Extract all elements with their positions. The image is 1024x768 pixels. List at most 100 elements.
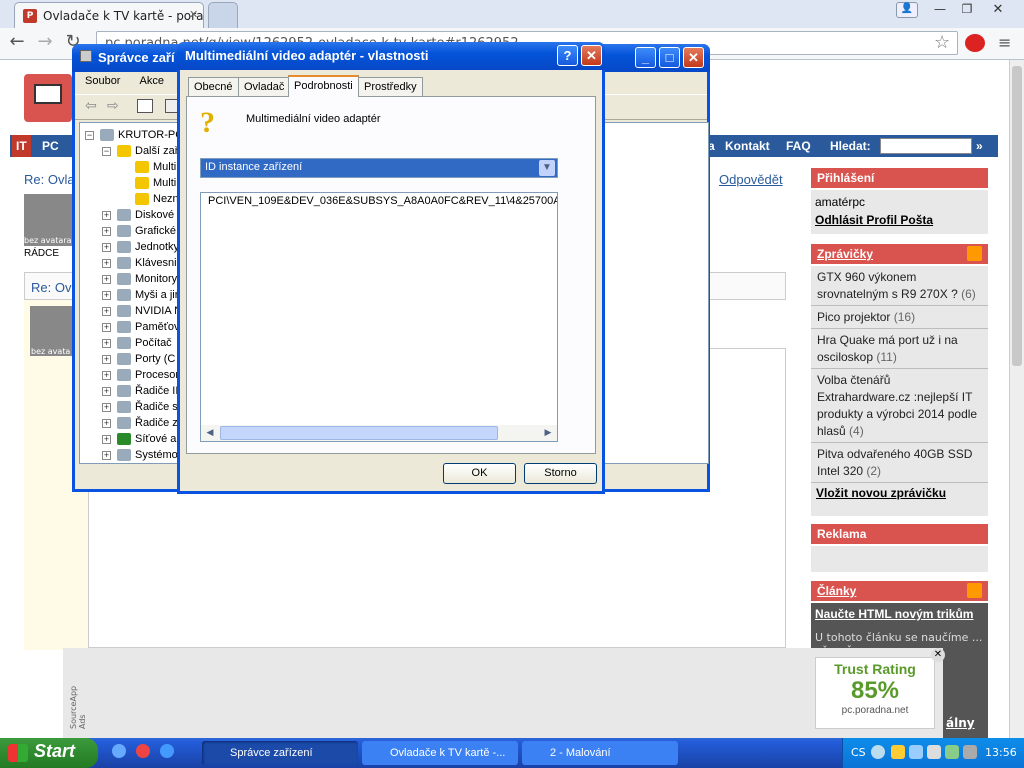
tree-node[interactable]: + Diskové bbox=[102, 207, 174, 223]
task-device-manager[interactable]: Správce zařízení bbox=[202, 741, 358, 765]
tree-node[interactable]: + NVIDIA N bbox=[102, 303, 182, 319]
menu-icon[interactable]: ≡ bbox=[998, 33, 1011, 52]
new-tab-button[interactable] bbox=[208, 2, 238, 28]
maximize-icon[interactable]: □ bbox=[659, 47, 680, 68]
close-button[interactable]: ✕ bbox=[581, 45, 602, 66]
site-logo[interactable] bbox=[24, 74, 72, 122]
mail-link[interactable]: Pošta bbox=[900, 213, 933, 227]
rss-icon[interactable] bbox=[967, 583, 982, 598]
article-link[interactable]: Naučte HTML novým trikům bbox=[815, 607, 984, 621]
reply-button[interactable]: Odpovědět bbox=[719, 172, 783, 187]
value-item[interactable]: PCI\VEN_109E&DEV_036E&SUBSYS_A8A0A0FC&RE… bbox=[201, 193, 557, 209]
cancel-button[interactable]: Storno bbox=[524, 463, 597, 484]
tab-prostredky[interactable]: Prostředky bbox=[358, 77, 423, 97]
tree-node[interactable]: + Paměťov bbox=[102, 319, 179, 335]
tab-ovladac[interactable]: Ovladač bbox=[238, 77, 291, 97]
ad-close-icon[interactable]: ✕ bbox=[931, 648, 945, 662]
network-tray-icon[interactable] bbox=[945, 745, 959, 759]
tray-icon[interactable] bbox=[927, 745, 941, 759]
tree-node[interactable]: + Řadiče z bbox=[102, 415, 178, 431]
tree-node[interactable]: + Klávesnic bbox=[102, 255, 182, 271]
tree-node[interactable]: + Procesor bbox=[102, 367, 179, 383]
dialog-titlebar[interactable]: Multimediální video adaptér - vlastnosti… bbox=[177, 42, 605, 70]
reply-link[interactable]: Re: Ovla bbox=[24, 172, 75, 187]
task-browser[interactable]: Ovladače k TV kartě -... bbox=[362, 741, 518, 765]
scrollbar-thumb[interactable] bbox=[1012, 66, 1022, 366]
rss-icon[interactable] bbox=[967, 246, 982, 261]
forward-icon[interactable]: → bbox=[34, 33, 56, 53]
page-scrollbar[interactable] bbox=[1009, 60, 1024, 738]
tree-node[interactable]: + Grafické bbox=[102, 223, 176, 239]
back-icon[interactable]: ← bbox=[6, 33, 28, 53]
nav-it[interactable]: IT bbox=[12, 135, 31, 157]
tree-root[interactable]: − KRUTOR-PC bbox=[85, 127, 183, 143]
news-item[interactable]: Hra Quake má port už i na osciloskop (11… bbox=[811, 329, 988, 369]
tree-node[interactable]: Multi bbox=[135, 159, 176, 175]
property-select[interactable]: ID instance zařízení ▼ bbox=[200, 158, 558, 178]
nav-kontakt[interactable]: Kontakt bbox=[721, 135, 774, 157]
scroll-left-icon[interactable]: ◀ bbox=[202, 425, 218, 441]
task-paint[interactable]: 2 - Malování bbox=[522, 741, 678, 765]
tree-node[interactable]: + Systémo bbox=[102, 447, 178, 463]
tree-node[interactable]: − Další zař bbox=[102, 143, 178, 159]
scroll-thumb[interactable] bbox=[220, 426, 498, 440]
articles-title[interactable]: Články bbox=[817, 584, 856, 598]
news-item[interactable]: Volba čtenářů Extrahardware.cz :nejlepší… bbox=[811, 369, 988, 443]
extension-icon[interactable] bbox=[965, 34, 985, 52]
tab-obecne[interactable]: Obecné bbox=[188, 77, 239, 97]
close-icon[interactable]: ✕ bbox=[683, 47, 704, 68]
star-icon[interactable]: ☆ bbox=[934, 32, 950, 53]
reply-box-title[interactable]: Re: Ov bbox=[31, 280, 71, 295]
volume-tray-icon[interactable] bbox=[963, 745, 977, 759]
tree-node[interactable]: + Řadiče II bbox=[102, 383, 178, 399]
minimize-icon[interactable]: _ bbox=[635, 47, 656, 68]
news-item[interactable]: Pitva odvařeného 40GB SSD Intel 320 (2) bbox=[811, 443, 988, 483]
tray-icon[interactable] bbox=[891, 745, 905, 759]
tab-podrobnosti[interactable]: Podrobnosti bbox=[288, 75, 359, 97]
site-search-input[interactable] bbox=[880, 138, 972, 154]
nav-pc[interactable]: PC bbox=[38, 135, 63, 157]
profile-link[interactable]: Profil bbox=[866, 213, 897, 227]
nav-faq[interactable]: FAQ bbox=[782, 135, 815, 157]
tree-node[interactable]: + Myši a jir bbox=[102, 287, 178, 303]
tree-node[interactable]: + Řadiče s bbox=[102, 399, 178, 415]
value-list[interactable]: PCI\VEN_109E&DEV_036E&SUBSYS_A8A0A0FC&RE… bbox=[200, 192, 558, 442]
chrome-icon[interactable] bbox=[136, 744, 150, 758]
add-news-link[interactable]: Vložit novou zprávičku bbox=[811, 483, 988, 503]
article-partial-link[interactable]: álny bbox=[946, 716, 975, 730]
chevron-down-icon[interactable]: ▼ bbox=[539, 160, 555, 176]
minimize-icon[interactable]: — bbox=[928, 2, 952, 18]
tray-icon[interactable] bbox=[909, 745, 923, 759]
forward-icon[interactable]: ⇨ bbox=[107, 98, 119, 114]
restore-icon[interactable]: ❐ bbox=[955, 2, 979, 18]
close-window-icon[interactable]: ✕ bbox=[985, 2, 1011, 18]
help-button[interactable]: ? bbox=[557, 45, 578, 66]
tree-node[interactable]: Nezn bbox=[135, 191, 179, 207]
logout-link[interactable]: Odhlásit bbox=[815, 213, 863, 227]
tree-node[interactable]: + Síťové a bbox=[102, 431, 176, 447]
ie-icon[interactable] bbox=[160, 744, 174, 758]
news-item[interactable]: GTX 960 výkonem srovnatelným s R9 270X ?… bbox=[811, 266, 988, 306]
menu-akce[interactable]: Akce bbox=[140, 75, 164, 87]
news-title[interactable]: Zprávičky bbox=[817, 247, 873, 261]
search-submit[interactable]: » bbox=[972, 135, 987, 157]
tree-node[interactable]: + Porty (C bbox=[102, 351, 175, 367]
news-item[interactable]: Pico projektor (16) bbox=[811, 306, 988, 329]
back-icon[interactable]: ⇦ bbox=[85, 98, 97, 114]
ok-button[interactable]: OK bbox=[443, 463, 516, 484]
tab-close-icon[interactable]: ✕ bbox=[189, 8, 198, 21]
trust-rating-badge[interactable]: Trust Rating 85% pc.poradna.net bbox=[815, 657, 935, 729]
tree-node[interactable]: Multi bbox=[135, 175, 176, 191]
language-indicator[interactable]: CS bbox=[851, 746, 866, 759]
quicklaunch-icon[interactable] bbox=[112, 744, 126, 758]
tree-node[interactable]: + Počítač bbox=[102, 335, 172, 351]
tree-node[interactable]: + Jednotky bbox=[102, 239, 179, 255]
tree-node[interactable]: + Monitory bbox=[102, 271, 177, 287]
menu-soubor[interactable]: Soubor bbox=[85, 75, 120, 87]
tray-chevron-icon[interactable] bbox=[871, 745, 885, 759]
properties-icon[interactable] bbox=[137, 99, 153, 113]
scroll-right-icon[interactable]: ▶ bbox=[540, 425, 556, 441]
horizontal-scrollbar[interactable]: ◀ ▶ bbox=[201, 425, 557, 441]
browser-tab-active[interactable]: P Ovladače k TV kartě - poradn ✕ bbox=[14, 2, 204, 28]
profile-icon[interactable]: 👤 bbox=[896, 2, 918, 18]
